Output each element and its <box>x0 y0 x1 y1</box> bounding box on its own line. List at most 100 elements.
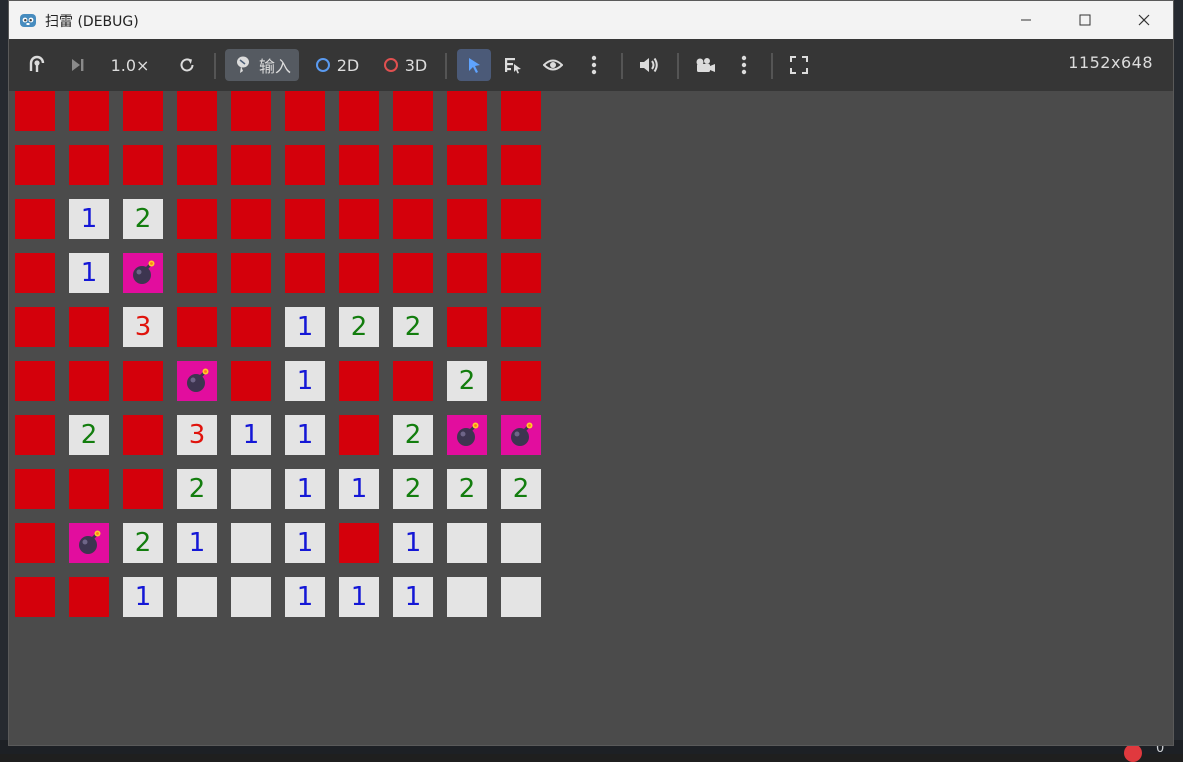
hidden-cell[interactable] <box>69 91 109 131</box>
camera-button[interactable] <box>691 49 719 81</box>
speed-label[interactable]: 1.0× <box>105 49 155 81</box>
minimize-button[interactable] <box>997 1 1055 39</box>
hidden-cell[interactable] <box>15 307 55 347</box>
revealed-cell[interactable] <box>501 577 541 617</box>
hidden-cell[interactable] <box>501 199 541 239</box>
revealed-cell[interactable]: 1 <box>285 361 325 401</box>
revealed-cell[interactable]: 2 <box>447 361 487 401</box>
hidden-cell[interactable] <box>393 253 433 293</box>
hidden-cell[interactable] <box>15 523 55 563</box>
hidden-cell[interactable] <box>501 307 541 347</box>
hidden-cell[interactable] <box>15 145 55 185</box>
revealed-cell[interactable]: 1 <box>231 415 271 455</box>
remote-debug-button[interactable] <box>23 49 51 81</box>
audio-button[interactable] <box>635 49 663 81</box>
camera-options-button[interactable] <box>737 49 751 81</box>
hidden-cell[interactable] <box>15 253 55 293</box>
hidden-cell[interactable] <box>15 199 55 239</box>
revealed-cell[interactable]: 2 <box>393 469 433 509</box>
hidden-cell[interactable] <box>285 199 325 239</box>
list-select-button[interactable] <box>499 49 527 81</box>
reset-speed-button[interactable] <box>173 49 201 81</box>
hidden-cell[interactable] <box>15 91 55 131</box>
revealed-cell[interactable] <box>447 523 487 563</box>
hidden-cell[interactable] <box>285 145 325 185</box>
revealed-cell[interactable]: 1 <box>285 469 325 509</box>
revealed-cell[interactable]: 3 <box>177 415 217 455</box>
revealed-cell[interactable]: 1 <box>339 469 379 509</box>
more-options-button[interactable] <box>587 49 601 81</box>
hidden-cell[interactable] <box>339 415 379 455</box>
hidden-cell[interactable] <box>69 145 109 185</box>
revealed-cell[interactable]: 2 <box>339 307 379 347</box>
revealed-cell[interactable]: 2 <box>177 469 217 509</box>
mine-cell[interactable] <box>69 523 109 563</box>
revealed-cell[interactable]: 1 <box>285 577 325 617</box>
hidden-cell[interactable] <box>231 145 271 185</box>
hidden-cell[interactable] <box>177 307 217 347</box>
revealed-cell[interactable]: 1 <box>285 523 325 563</box>
hidden-cell[interactable] <box>15 469 55 509</box>
input-toggle-button[interactable]: 输入 <box>225 49 299 81</box>
revealed-cell[interactable]: 2 <box>447 469 487 509</box>
revealed-cell[interactable]: 1 <box>393 523 433 563</box>
hidden-cell[interactable] <box>231 91 271 131</box>
revealed-cell[interactable] <box>501 523 541 563</box>
select-mode-button[interactable] <box>457 49 491 81</box>
hidden-cell[interactable] <box>69 361 109 401</box>
revealed-cell[interactable]: 1 <box>69 253 109 293</box>
hidden-cell[interactable] <box>393 145 433 185</box>
hidden-cell[interactable] <box>69 577 109 617</box>
revealed-cell[interactable]: 1 <box>123 577 163 617</box>
hidden-cell[interactable] <box>123 469 163 509</box>
hidden-cell[interactable] <box>231 253 271 293</box>
revealed-cell[interactable] <box>231 523 271 563</box>
revealed-cell[interactable] <box>231 577 271 617</box>
hidden-cell[interactable] <box>393 199 433 239</box>
hidden-cell[interactable] <box>447 91 487 131</box>
hidden-cell[interactable] <box>69 469 109 509</box>
hidden-cell[interactable] <box>15 361 55 401</box>
hidden-cell[interactable] <box>501 145 541 185</box>
revealed-cell[interactable]: 2 <box>123 199 163 239</box>
hidden-cell[interactable] <box>285 91 325 131</box>
hidden-cell[interactable] <box>447 145 487 185</box>
hidden-cell[interactable] <box>231 199 271 239</box>
revealed-cell[interactable]: 2 <box>501 469 541 509</box>
hidden-cell[interactable] <box>15 577 55 617</box>
revealed-cell[interactable]: 2 <box>69 415 109 455</box>
hidden-cell[interactable] <box>177 199 217 239</box>
hidden-cell[interactable] <box>447 253 487 293</box>
revealed-cell[interactable]: 1 <box>339 577 379 617</box>
mine-cell[interactable] <box>501 415 541 455</box>
hidden-cell[interactable] <box>231 361 271 401</box>
mode-3d-button[interactable]: 3D <box>377 49 433 81</box>
mine-cell[interactable] <box>123 253 163 293</box>
revealed-cell[interactable]: 1 <box>285 415 325 455</box>
close-button[interactable] <box>1115 1 1173 39</box>
hidden-cell[interactable] <box>447 199 487 239</box>
hidden-cell[interactable] <box>285 253 325 293</box>
hidden-cell[interactable] <box>123 145 163 185</box>
revealed-cell[interactable]: 2 <box>123 523 163 563</box>
revealed-cell[interactable]: 2 <box>393 307 433 347</box>
hidden-cell[interactable] <box>339 523 379 563</box>
hidden-cell[interactable] <box>501 91 541 131</box>
revealed-cell[interactable]: 3 <box>123 307 163 347</box>
hidden-cell[interactable] <box>177 253 217 293</box>
mine-cell[interactable] <box>177 361 217 401</box>
hidden-cell[interactable] <box>177 145 217 185</box>
revealed-cell[interactable]: 2 <box>393 415 433 455</box>
hidden-cell[interactable] <box>231 307 271 347</box>
revealed-cell[interactable]: 1 <box>393 577 433 617</box>
revealed-cell[interactable] <box>177 577 217 617</box>
hidden-cell[interactable] <box>339 361 379 401</box>
fullscreen-button[interactable] <box>785 49 813 81</box>
hidden-cell[interactable] <box>15 415 55 455</box>
hidden-cell[interactable] <box>339 145 379 185</box>
hidden-cell[interactable] <box>123 91 163 131</box>
hidden-cell[interactable] <box>339 253 379 293</box>
mode-2d-button[interactable]: 2D <box>309 49 365 81</box>
revealed-cell[interactable] <box>447 577 487 617</box>
revealed-cell[interactable]: 1 <box>177 523 217 563</box>
